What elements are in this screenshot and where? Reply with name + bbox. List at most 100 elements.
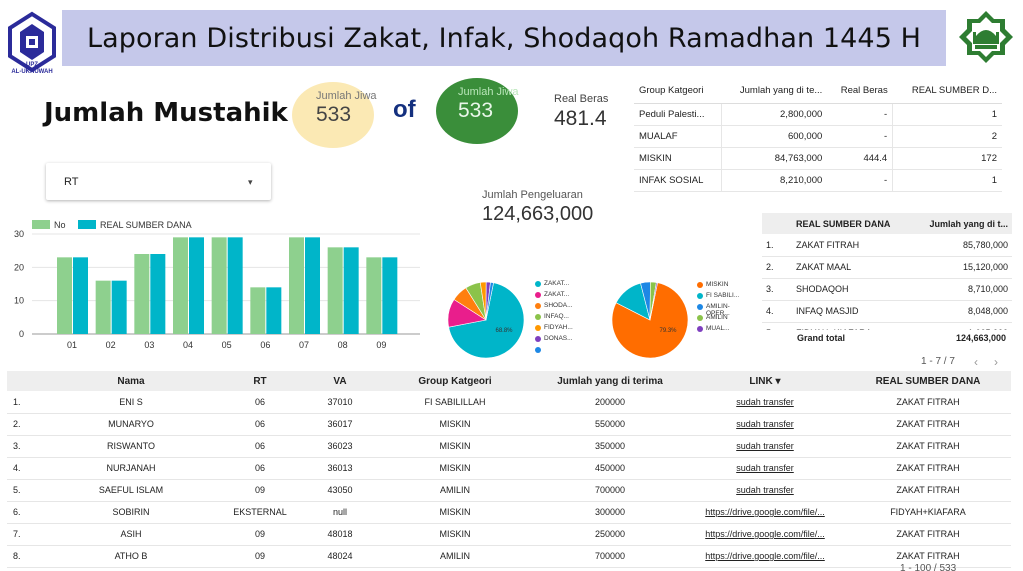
column-header[interactable]: REAL SUMBER DANA [792, 213, 912, 234]
rt-filter-dropdown[interactable] [46, 163, 271, 200]
bar-no[interactable] [134, 254, 150, 334]
bar-no[interactable] [327, 247, 343, 334]
table-row[interactable]: INFAK SOSIAL 8,210,000-1 [634, 169, 1002, 192]
table-cell: INFAK SOSIAL [634, 169, 722, 192]
column-header[interactable]: REAL SUMBER DANA [845, 371, 1011, 391]
column-header [7, 371, 47, 391]
column-header[interactable]: RT [215, 371, 305, 391]
x-tick-label: 04 [183, 340, 193, 350]
column-header[interactable]: Group Katgeori [375, 371, 535, 391]
table-cell: ZAKAT FITRAH [792, 234, 912, 257]
link-cell[interactable]: sudah transfer [736, 419, 794, 429]
link-cell[interactable]: sudah transfer [736, 463, 794, 473]
bar-no[interactable] [173, 237, 188, 334]
pengeluaran-label: Jumlah Pengeluaran [482, 189, 583, 201]
table-row[interactable]: 2. MUNARYO 06 36017 MISKIN 550000 sudah transf… [7, 413, 1011, 436]
legend-item[interactable]: AMILIN-OPER... [697, 303, 742, 317]
bar-no[interactable] [289, 237, 304, 334]
legend-item[interactable]: ZAKAT... [535, 280, 573, 291]
table-cell: MISKIN [375, 523, 535, 546]
table-cell: ENI S [47, 391, 215, 414]
link-cell[interactable]: sudah transfer [736, 441, 794, 451]
legend-item[interactable]: ZAKAT... [535, 291, 573, 302]
legend-item[interactable]: DONAS... [535, 335, 573, 346]
column-header[interactable]: Real Beras [827, 78, 893, 104]
table-cell: 2 [892, 125, 1002, 148]
column-header[interactable]: Nama [47, 371, 215, 391]
bar-no[interactable] [366, 257, 382, 334]
table-cell: 8. [7, 545, 47, 568]
pie-chart-kategori: 79.3% [611, 281, 689, 359]
table-row[interactable]: MISKIN 84,763,000 444.4 172 [634, 147, 1002, 170]
table-row[interactable]: 2. ZAKAT MAAL 15,120,000 [762, 256, 1012, 279]
table-row[interactable]: 3. RISWANTO 06 36023 MISKIN 350000 sudah trans… [7, 435, 1011, 458]
link-cell[interactable]: sudah transfer [736, 397, 794, 407]
table-row[interactable]: 3. SHODAQOH 8,710,000 [762, 278, 1012, 301]
table-row[interactable]: 1. ENI S 06 37010 FI SABILILLAH 200000 sudah t… [7, 391, 1011, 414]
chevron-down-icon[interactable]: ▾ [248, 177, 253, 188]
link-cell[interactable]: sudah transfer [736, 485, 794, 495]
table-row[interactable]: 5. SAEFUL ISLAM 09 43050 AMILIN 700000 sudah t… [7, 479, 1011, 502]
table-row[interactable]: MUALAF 600,000-2 [634, 125, 1002, 148]
table-cell: 48024 [305, 545, 375, 568]
table-row[interactable]: Peduli Palesti... 2,800,000-1 [634, 103, 1002, 126]
table-cell: sudah transfer [685, 413, 845, 436]
legend-item[interactable]: FI SABILI... [697, 292, 742, 303]
table-cell: FIDYAH+KIAFARA [845, 501, 1011, 524]
bar-no[interactable] [57, 257, 72, 334]
grand-total-value: 124,663,000 [955, 333, 1006, 343]
legend-item[interactable] [535, 346, 573, 357]
bar-sumber-dana[interactable] [343, 247, 359, 334]
grand-total-row: Grand total 124,663,000 [762, 333, 1012, 343]
column-header[interactable]: REAL SUMBER D... [892, 78, 1002, 104]
table-cell: 85,780,000 [911, 234, 1012, 257]
chevron-left-icon[interactable]: ‹ [974, 355, 978, 369]
bar-sumber-dana[interactable] [73, 257, 88, 334]
column-header[interactable]: Group Katgeori [634, 78, 722, 104]
column-header[interactable]: VA [305, 371, 375, 391]
table-cell: 06 [215, 413, 305, 436]
legend-item[interactable]: SHODA... [535, 302, 573, 313]
bar-sumber-dana[interactable] [227, 237, 243, 334]
bar-sumber-dana[interactable] [111, 280, 127, 334]
column-header[interactable]: Jumlah yang di terima [535, 371, 685, 391]
table-cell: MUALAF [634, 125, 722, 148]
table-row[interactable]: 8. ATHO B 09 48024 AMILIN 700000 https://drive… [7, 545, 1011, 568]
bar-sumber-dana[interactable] [189, 237, 204, 334]
link-cell[interactable]: https://drive.google.com/file/... [705, 551, 825, 561]
x-tick-label: 01 [67, 340, 77, 350]
sumber-table-scroll[interactable]: REAL SUMBER DANA Jumlah yang di t... 1. Z… [762, 213, 1012, 330]
x-tick-label: 05 [222, 340, 232, 350]
table-cell: ZAKAT FITRAH [845, 435, 1011, 458]
table-row[interactable]: 4. NURJANAH 06 36013 MISKIN 450000 sudah trans… [7, 457, 1011, 480]
table-cell: ATHO B [47, 545, 215, 568]
legend-item[interactable]: MUAL... [697, 325, 742, 336]
legend-item[interactable]: INFAQ... [535, 313, 573, 324]
legend-swatch [32, 220, 50, 229]
bar-sumber-dana[interactable] [382, 257, 398, 334]
bar-sumber-dana[interactable] [305, 237, 320, 334]
legend-swatch [78, 220, 96, 229]
table-cell: ZAKAT FITRAH [845, 413, 1011, 436]
rt-filter-label: RT [64, 176, 79, 188]
table-row[interactable]: 7. ASIH 09 48018 MISKIN 250000 https://drive.g… [7, 523, 1011, 546]
link-cell[interactable]: https://drive.google.com/file/... [705, 529, 825, 539]
link-cell[interactable]: https://drive.google.com/file/... [705, 507, 825, 517]
column-header[interactable]: Jumlah yang di t... [911, 213, 1012, 234]
legend-item[interactable]: MISKIN [697, 281, 742, 292]
table-row[interactable]: 5.FIDYAH+KIAFARA1,665,000 [762, 322, 1012, 330]
bar-no[interactable] [95, 280, 111, 334]
column-header[interactable]: LINK ▾ [685, 371, 845, 391]
legend-label[interactable]: No [54, 220, 66, 230]
bar-no[interactable] [250, 287, 266, 334]
chevron-right-icon[interactable]: › [994, 355, 998, 369]
column-header[interactable]: Jumlah yang di te... [721, 78, 828, 104]
table-row[interactable]: 4. INFAQ MASJID 8,048,000 [762, 300, 1012, 323]
bar-no[interactable] [211, 237, 227, 334]
bar-sumber-dana[interactable] [266, 287, 282, 334]
table-row[interactable]: 1. ZAKAT FITRAH 85,780,000 [762, 234, 1012, 257]
table-row[interactable]: 6. SOBIRIN EKSTERNAL null MISKIN 300000 https:… [7, 501, 1011, 524]
bar-sumber-dana[interactable] [150, 254, 166, 334]
legend-item[interactable]: FIDYAH... [535, 324, 573, 335]
legend-label[interactable]: REAL SUMBER DANA [100, 220, 192, 230]
